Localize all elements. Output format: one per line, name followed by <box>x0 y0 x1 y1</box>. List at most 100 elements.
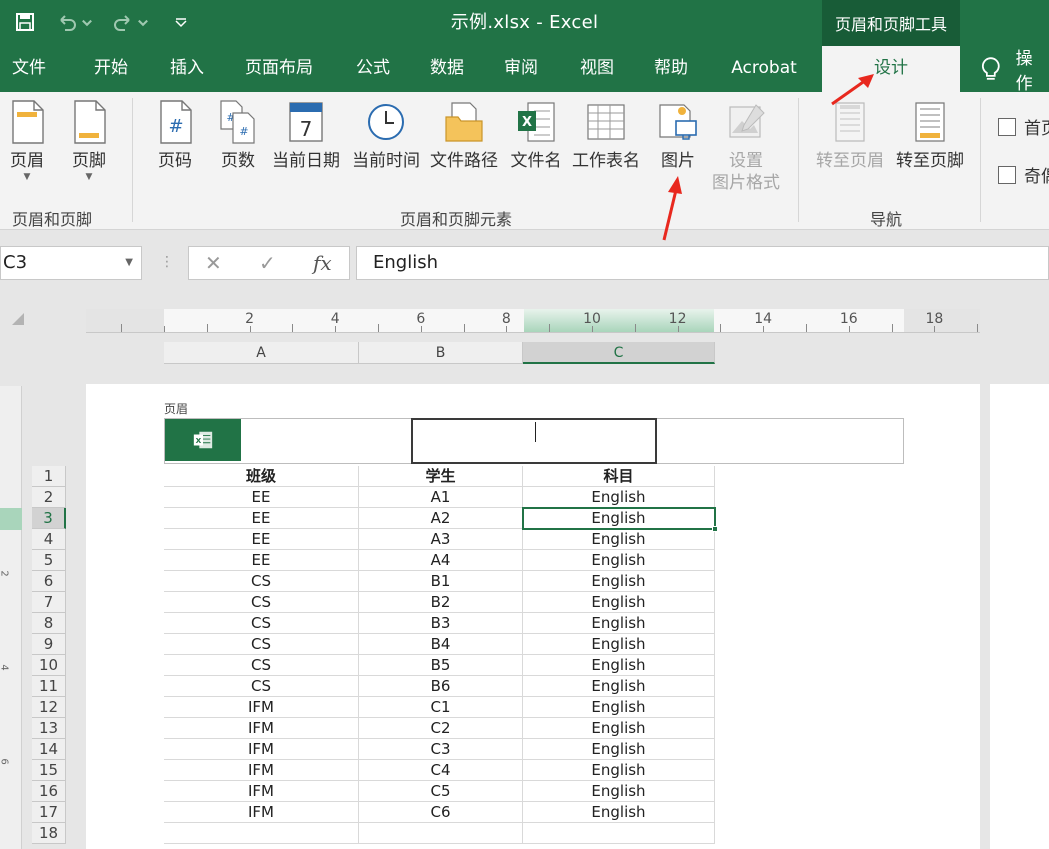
table-cell[interactable]: English <box>523 529 715 550</box>
row-header[interactable]: 4 <box>32 529 66 550</box>
formula-input[interactable]: English <box>356 246 1049 280</box>
table-cell[interactable]: CS <box>164 592 359 613</box>
table-cell[interactable]: CS <box>164 676 359 697</box>
column-header-a[interactable]: A <box>164 342 359 364</box>
table-cell[interactable]: English <box>523 676 715 697</box>
table-cell[interactable]: C3 <box>359 739 523 760</box>
table-cell[interactable]: C4 <box>359 760 523 781</box>
row-header[interactable]: 16 <box>32 781 66 802</box>
table-cell[interactable]: C5 <box>359 781 523 802</box>
table-cell[interactable]: CS <box>164 571 359 592</box>
row-header[interactable]: 14 <box>32 739 66 760</box>
row-header[interactable]: 15 <box>32 760 66 781</box>
table-cell[interactable] <box>164 823 359 844</box>
table-cell[interactable]: B3 <box>359 613 523 634</box>
row-header[interactable]: 17 <box>32 802 66 823</box>
table-cell[interactable]: IFM <box>164 760 359 781</box>
row-header[interactable]: 5 <box>32 550 66 571</box>
table-cell[interactable]: B2 <box>359 592 523 613</box>
column-header-c[interactable]: C <box>523 342 715 364</box>
header-left-section[interactable]: X <box>165 419 241 461</box>
redo-dropdown-icon[interactable] <box>136 9 150 35</box>
grip-icon[interactable]: ⋮ <box>160 254 174 270</box>
goto-header-button[interactable]: 转至页眉 <box>812 98 888 172</box>
table-cell[interactable]: CS <box>164 613 359 634</box>
undo-dropdown-icon[interactable] <box>80 9 94 35</box>
table-cell[interactable] <box>523 823 715 844</box>
table-cell[interactable]: EE <box>164 487 359 508</box>
table-cell[interactable]: English <box>523 739 715 760</box>
column-header-b[interactable]: B <box>359 342 523 364</box>
table-cell[interactable]: English <box>523 655 715 676</box>
table-cell[interactable]: English <box>523 613 715 634</box>
goto-footer-button[interactable]: 转至页脚 <box>892 98 968 172</box>
tab-help[interactable]: 帮助 <box>644 46 698 92</box>
row-header[interactable]: 7 <box>32 592 66 613</box>
current-time-button[interactable]: 当前时间 <box>350 98 422 172</box>
row-header[interactable]: 12 <box>32 697 66 718</box>
row-header[interactable]: 11 <box>32 676 66 697</box>
picture-button[interactable]: 图片 <box>654 98 702 172</box>
function-icon[interactable]: fx <box>313 247 332 279</box>
row-header[interactable]: 2 <box>32 487 66 508</box>
table-cell[interactable]: B1 <box>359 571 523 592</box>
table-cell[interactable]: EE <box>164 508 359 529</box>
table-cell[interactable]: English <box>523 760 715 781</box>
row-header[interactable]: 6 <box>32 571 66 592</box>
table-cell[interactable]: B4 <box>359 634 523 655</box>
table-cell[interactable]: IFM <box>164 739 359 760</box>
tab-home[interactable]: 开始 <box>84 46 138 92</box>
table-cell[interactable]: English <box>523 718 715 739</box>
tab-insert[interactable]: 插入 <box>160 46 214 92</box>
current-date-button[interactable]: 7 当前日期 <box>270 98 342 172</box>
table-cell[interactable]: C2 <box>359 718 523 739</box>
table-cell[interactable]: English <box>523 550 715 571</box>
undo-icon[interactable] <box>54 9 80 35</box>
page-count-button[interactable]: # # 页数 <box>214 98 262 172</box>
row-header[interactable]: 13 <box>32 718 66 739</box>
table-cell[interactable]: English <box>523 508 715 529</box>
row-header[interactable]: 3 <box>32 508 66 529</box>
column-title-cell[interactable]: 学生 <box>359 466 523 487</box>
table-cell[interactable]: C6 <box>359 802 523 823</box>
cancel-icon[interactable]: ✕ <box>205 247 222 279</box>
table-cell[interactable]: A1 <box>359 487 523 508</box>
name-box[interactable]: C3 ▼ <box>0 246 142 280</box>
chevron-down-icon[interactable]: ▼ <box>125 247 133 279</box>
tab-design[interactable]: 设计 <box>822 46 960 92</box>
first-page-checkbox[interactable]: 首页 <box>998 114 1049 139</box>
file-name-button[interactable]: X 文件名 <box>508 98 564 172</box>
page-number-button[interactable]: # 页码 <box>154 98 196 172</box>
table-cell[interactable] <box>359 823 523 844</box>
footer-button[interactable]: 页脚 ▼ <box>68 98 110 182</box>
tab-view[interactable]: 视图 <box>570 46 624 92</box>
table-cell[interactable]: IFM <box>164 718 359 739</box>
table-cell[interactable]: English <box>523 487 715 508</box>
table-cell[interactable]: English <box>523 634 715 655</box>
table-cell[interactable]: B6 <box>359 676 523 697</box>
tab-data[interactable]: 数据 <box>420 46 474 92</box>
save-icon[interactable] <box>12 9 38 35</box>
row-header[interactable]: 8 <box>32 613 66 634</box>
table-cell[interactable]: B5 <box>359 655 523 676</box>
table-cell[interactable]: IFM <box>164 697 359 718</box>
table-cell[interactable]: English <box>523 592 715 613</box>
header-button[interactable]: 页眉 ▼ <box>6 98 48 182</box>
table-cell[interactable]: A4 <box>359 550 523 571</box>
table-cell[interactable]: English <box>523 781 715 802</box>
tab-review[interactable]: 审阅 <box>494 46 548 92</box>
table-cell[interactable]: IFM <box>164 781 359 802</box>
row-header[interactable]: 9 <box>32 634 66 655</box>
tab-page-layout[interactable]: 页面布局 <box>236 46 322 92</box>
header-center-section[interactable] <box>411 418 657 464</box>
table-cell[interactable]: CS <box>164 634 359 655</box>
table-cell[interactable]: A2 <box>359 508 523 529</box>
row-header[interactable]: 18 <box>32 823 66 844</box>
format-picture-button[interactable]: 设置 图片格式 <box>708 98 784 194</box>
tab-acrobat[interactable]: Acrobat <box>720 46 808 92</box>
table-cell[interactable]: EE <box>164 529 359 550</box>
select-all-icon[interactable] <box>12 313 24 325</box>
column-title-cell[interactable]: 科目 <box>523 466 715 487</box>
tab-formulas[interactable]: 公式 <box>346 46 400 92</box>
redo-icon[interactable] <box>110 9 136 35</box>
